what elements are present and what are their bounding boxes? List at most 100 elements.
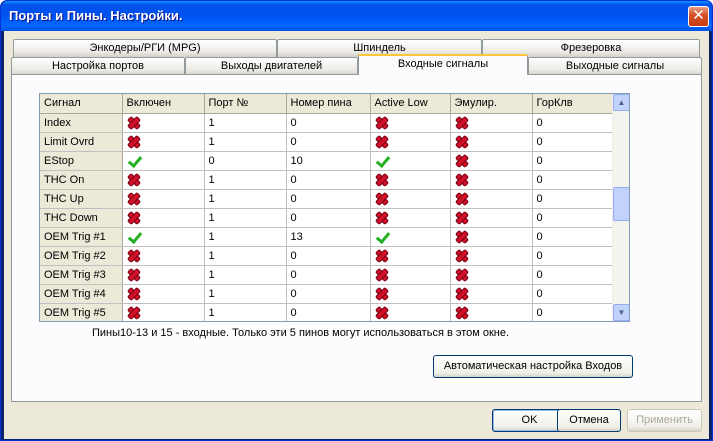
cell-port[interactable]: 1 bbox=[204, 303, 287, 321]
cell-enabled[interactable] bbox=[122, 208, 205, 228]
scroll-up-button[interactable]: ▲ bbox=[613, 94, 629, 111]
tab-output-signals[interactable]: Выходные сигналы bbox=[528, 57, 702, 75]
cell-signal[interactable]: THC Down bbox=[40, 208, 123, 228]
cell-port[interactable]: 1 bbox=[204, 208, 287, 228]
cell-signal[interactable]: OEM Trig #1 bbox=[40, 227, 123, 247]
cell-emulated[interactable] bbox=[450, 265, 533, 285]
cell-pin[interactable]: 0 bbox=[286, 132, 371, 152]
tab-encoders-mpg[interactable]: Энкодеры/РГИ (MPG) bbox=[13, 39, 277, 57]
cell-signal[interactable]: Index bbox=[40, 113, 123, 133]
table-row[interactable]: THC Up 1 0 0 bbox=[40, 189, 615, 209]
cell-port[interactable]: 1 bbox=[204, 132, 287, 152]
cell-hotkey[interactable]: 0 bbox=[532, 303, 615, 321]
grid-vertical-scrollbar[interactable]: ▲ ▼ bbox=[612, 94, 629, 321]
cell-enabled[interactable] bbox=[122, 132, 205, 152]
cell-enabled[interactable] bbox=[122, 151, 205, 171]
cell-active-low[interactable] bbox=[370, 113, 451, 133]
cell-active-low[interactable] bbox=[370, 246, 451, 266]
cell-emulated[interactable] bbox=[450, 151, 533, 171]
column-header-signal[interactable]: Сигнал bbox=[40, 94, 123, 114]
cell-active-low[interactable] bbox=[370, 227, 451, 247]
cell-enabled[interactable] bbox=[122, 246, 205, 266]
cell-enabled[interactable] bbox=[122, 170, 205, 190]
cell-emulated[interactable] bbox=[450, 303, 533, 321]
tab-motor-outputs[interactable]: Выходы двигателей bbox=[185, 57, 358, 75]
cell-active-low[interactable] bbox=[370, 284, 451, 304]
cell-pin[interactable]: 0 bbox=[286, 113, 371, 133]
cell-emulated[interactable] bbox=[450, 132, 533, 152]
cell-pin[interactable]: 0 bbox=[286, 170, 371, 190]
cell-pin[interactable]: 0 bbox=[286, 303, 371, 321]
cell-hotkey[interactable]: 0 bbox=[532, 113, 615, 133]
cell-signal[interactable]: EStop bbox=[40, 151, 123, 171]
cell-enabled[interactable] bbox=[122, 189, 205, 209]
cell-port[interactable]: 1 bbox=[204, 170, 287, 190]
table-row[interactable]: Limit Ovrd 1 0 0 bbox=[40, 132, 615, 152]
cell-emulated[interactable] bbox=[450, 113, 533, 133]
cell-pin[interactable]: 0 bbox=[286, 189, 371, 209]
auto-setup-inputs-button[interactable]: Автоматическая настройка Входов bbox=[433, 355, 633, 378]
column-header-enabled[interactable]: Включен bbox=[122, 94, 205, 114]
cell-signal[interactable]: THC On bbox=[40, 170, 123, 190]
cell-emulated[interactable] bbox=[450, 246, 533, 266]
cell-enabled[interactable] bbox=[122, 303, 205, 321]
cell-hotkey[interactable]: 0 bbox=[532, 151, 615, 171]
cell-emulated[interactable] bbox=[450, 189, 533, 209]
tab-port-setup[interactable]: Настройка портов bbox=[11, 57, 185, 75]
cell-hotkey[interactable]: 0 bbox=[532, 265, 615, 285]
table-row[interactable]: THC On 1 0 0 bbox=[40, 170, 615, 190]
cell-pin[interactable]: 10 bbox=[286, 151, 371, 171]
cell-port[interactable]: 1 bbox=[204, 189, 287, 209]
cell-port[interactable]: 1 bbox=[204, 284, 287, 304]
cell-enabled[interactable] bbox=[122, 265, 205, 285]
cell-signal[interactable]: THC Up bbox=[40, 189, 123, 209]
cell-emulated[interactable] bbox=[450, 284, 533, 304]
cancel-button[interactable]: Отмена bbox=[557, 409, 621, 432]
table-row[interactable]: Index 1 0 0 bbox=[40, 113, 615, 133]
table-row[interactable]: OEM Trig #3 1 0 0 bbox=[40, 265, 615, 285]
input-signals-grid[interactable]: Сигнал Включен Порт № Номер пина Active … bbox=[39, 93, 630, 322]
cell-hotkey[interactable]: 0 bbox=[532, 170, 615, 190]
cell-port[interactable]: 0 bbox=[204, 151, 287, 171]
column-header-hotkey[interactable]: ГорКлв bbox=[532, 94, 615, 114]
cell-pin[interactable]: 0 bbox=[286, 208, 371, 228]
column-header-pin[interactable]: Номер пина bbox=[286, 94, 371, 114]
cell-port[interactable]: 1 bbox=[204, 113, 287, 133]
cell-pin[interactable]: 0 bbox=[286, 246, 371, 266]
cell-port[interactable]: 1 bbox=[204, 246, 287, 266]
cell-signal[interactable]: OEM Trig #5 bbox=[40, 303, 123, 321]
cell-active-low[interactable] bbox=[370, 132, 451, 152]
cell-active-low[interactable] bbox=[370, 170, 451, 190]
cell-active-low[interactable] bbox=[370, 303, 451, 321]
title-bar[interactable]: Порты и Пины. Настройки. ✕ bbox=[1, 1, 712, 31]
cell-enabled[interactable] bbox=[122, 284, 205, 304]
cell-pin[interactable]: 13 bbox=[286, 227, 371, 247]
table-row[interactable]: EStop 0 10 0 bbox=[40, 151, 615, 171]
ok-button[interactable]: OK bbox=[492, 409, 567, 432]
cell-enabled[interactable] bbox=[122, 227, 205, 247]
cell-pin[interactable]: 0 bbox=[286, 265, 371, 285]
cell-active-low[interactable] bbox=[370, 265, 451, 285]
cell-signal[interactable]: OEM Trig #2 bbox=[40, 246, 123, 266]
cell-port[interactable]: 1 bbox=[204, 227, 287, 247]
table-row[interactable]: THC Down 1 0 0 bbox=[40, 208, 615, 228]
table-row[interactable]: OEM Trig #5 1 0 0 bbox=[40, 303, 615, 321]
cell-active-low[interactable] bbox=[370, 208, 451, 228]
column-header-emulated[interactable]: Эмулир. bbox=[450, 94, 533, 114]
cell-port[interactable]: 1 bbox=[204, 265, 287, 285]
cell-signal[interactable]: Limit Ovrd bbox=[40, 132, 123, 152]
apply-button[interactable]: Применить bbox=[627, 409, 702, 432]
cell-enabled[interactable] bbox=[122, 113, 205, 133]
tab-input-signals[interactable]: Входные сигналы bbox=[358, 54, 528, 75]
cell-hotkey[interactable]: 0 bbox=[532, 189, 615, 209]
cell-hotkey[interactable]: 0 bbox=[532, 246, 615, 266]
cell-active-low[interactable] bbox=[370, 151, 451, 171]
cell-hotkey[interactable]: 0 bbox=[532, 284, 615, 304]
scroll-thumb[interactable] bbox=[613, 187, 629, 221]
column-header-port[interactable]: Порт № bbox=[204, 94, 287, 114]
cell-emulated[interactable] bbox=[450, 170, 533, 190]
cell-emulated[interactable] bbox=[450, 208, 533, 228]
cell-signal[interactable]: OEM Trig #3 bbox=[40, 265, 123, 285]
table-row[interactable]: OEM Trig #2 1 0 0 bbox=[40, 246, 615, 266]
cell-signal[interactable]: OEM Trig #4 bbox=[40, 284, 123, 304]
